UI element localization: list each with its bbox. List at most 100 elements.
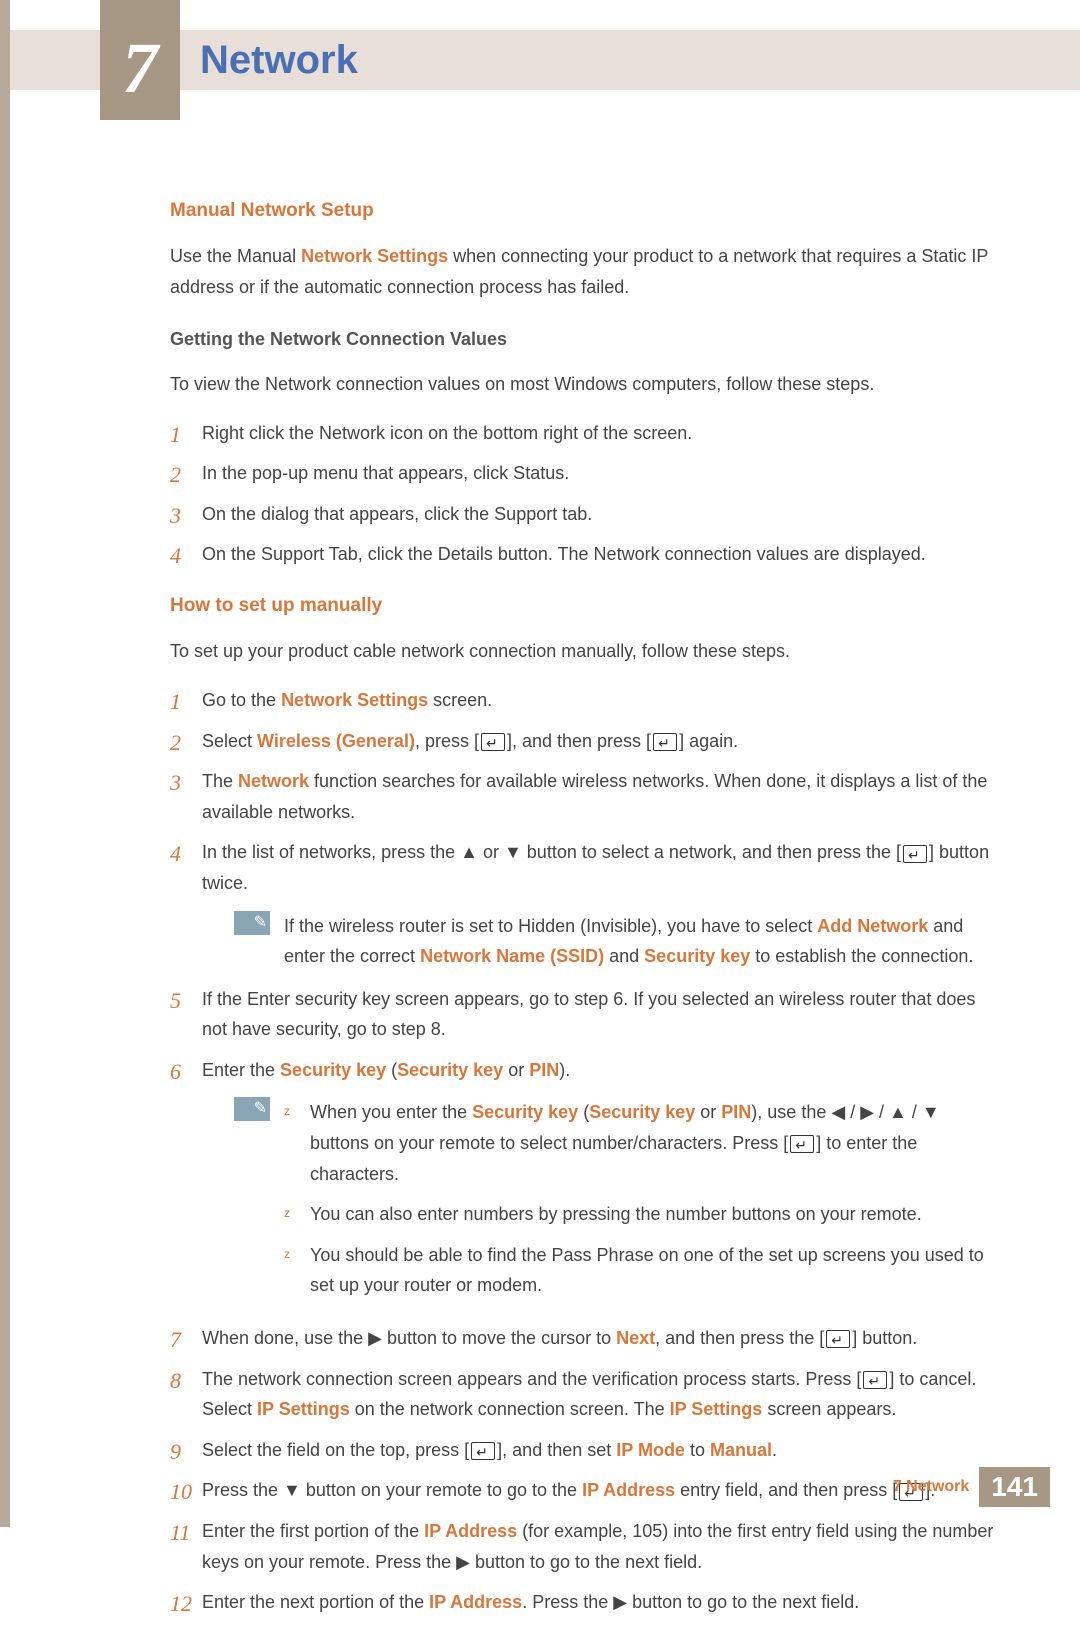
bullet-item: You can also enter numbers by pressing t…	[284, 1199, 1000, 1230]
step-item: 3 The Network function searches for avai…	[170, 766, 1000, 827]
highlight: IP Settings	[670, 1399, 763, 1419]
highlight: Network Name (SSID)	[420, 946, 604, 966]
footer-page-number: 141	[979, 1467, 1050, 1507]
enter-icon	[826, 1330, 850, 1348]
highlight: Security key	[280, 1060, 386, 1080]
text: buttons on your remote to select number/…	[310, 1133, 788, 1153]
note-text: If the wireless router is set to Hidden …	[284, 911, 1000, 972]
text: Select	[202, 731, 257, 751]
text: to establish the connection.	[750, 946, 973, 966]
text: on the network connection screen. The	[350, 1399, 670, 1419]
right-arrow-icon: ▶	[613, 1592, 627, 1612]
text: and	[604, 946, 644, 966]
step-item: 9 Select the field on the top, press [],…	[170, 1435, 1000, 1466]
step-number: 3	[170, 497, 181, 534]
text: Use the Manual	[170, 246, 301, 266]
step-number: 3	[170, 764, 181, 801]
text: or	[695, 1102, 721, 1122]
text: Press the	[202, 1480, 283, 1500]
step-number: 11	[170, 1514, 190, 1551]
steps-list-manual: 1 Go to the Network Settings screen. 2 S…	[170, 685, 1000, 1618]
text: , press [	[415, 731, 479, 751]
step-item: 8 The network connection screen appears …	[170, 1364, 1000, 1425]
step-item: 3On the dialog that appears, click the S…	[170, 499, 1000, 530]
note-bullets: When you enter the Security key (Securit…	[284, 1097, 1000, 1301]
text: ), use the	[751, 1102, 831, 1122]
text: ], and then set	[497, 1440, 616, 1460]
step-number: 10	[170, 1473, 192, 1510]
text: .	[772, 1440, 777, 1460]
text: When done, use the	[202, 1328, 368, 1348]
highlight: Security key	[397, 1060, 503, 1080]
step-number: 4	[170, 835, 181, 872]
text: In the list of networks, press the	[202, 842, 460, 862]
up-arrow-icon: ▲	[460, 842, 478, 862]
section2-intro: To set up your product cable network con…	[170, 636, 1000, 667]
steps-list-values: 1Right click the Network icon on the bot…	[170, 418, 1000, 570]
section-heading-manual-setup: Manual Network Setup	[170, 195, 1000, 227]
enter-icon	[903, 845, 927, 863]
page-footer: 7 Network 141	[893, 1467, 1050, 1507]
highlight: IP Address	[429, 1592, 522, 1612]
step-item: 4On the Support Tab, click the Details b…	[170, 539, 1000, 570]
step-number: 5	[170, 982, 181, 1019]
text: . Press the	[522, 1592, 613, 1612]
enter-icon	[653, 733, 677, 751]
text: or	[478, 842, 504, 862]
left-accent-stripe	[0, 0, 10, 1527]
text: ], and then press [	[507, 731, 651, 751]
down-arrow-icon: ▼	[283, 1480, 301, 1500]
step-item: 7 When done, use the ▶ button to move th…	[170, 1323, 1000, 1354]
chapter-title: Network	[200, 38, 358, 83]
highlight: Next	[616, 1328, 655, 1348]
text: button to go to the next field.	[627, 1592, 859, 1612]
down-arrow-icon: ▼	[504, 842, 522, 862]
text: entry field, and then press [	[675, 1480, 897, 1500]
text: If the wireless router is set to Hidden …	[284, 916, 817, 936]
highlight: Manual	[710, 1440, 772, 1460]
step-item: 5 If the Enter security key screen appea…	[170, 984, 1000, 1045]
chapter-number: 7	[122, 27, 158, 110]
step-number: 4	[170, 537, 181, 574]
highlight: Security key	[472, 1102, 578, 1122]
highlight: Network	[238, 771, 309, 791]
intro-paragraph: Use the Manual Network Settings when con…	[170, 241, 1000, 302]
chapter-number-box: 7	[100, 0, 180, 120]
arrow-icons: ◀ / ▶ / ▲ / ▼	[831, 1102, 939, 1122]
text: (	[386, 1060, 397, 1080]
step-number: 7	[170, 1321, 181, 1358]
text: button to select a network, and then pre…	[522, 842, 901, 862]
step-number: 8	[170, 1362, 181, 1399]
text: Go to the	[202, 690, 281, 710]
highlight: PIN	[721, 1102, 751, 1122]
highlight: Security key	[589, 1102, 695, 1122]
highlight: PIN	[529, 1060, 559, 1080]
enter-icon	[790, 1135, 814, 1153]
step-item: 4 In the list of networks, press the ▲ o…	[170, 837, 1000, 971]
step-item: 10 Press the ▼ button on your remote to …	[170, 1475, 1000, 1506]
step-number: 2	[170, 456, 181, 493]
highlight: IP Address	[424, 1521, 517, 1541]
step-item: 6 Enter the Security key (Security key o…	[170, 1055, 1000, 1311]
footer-chapter-label: 7 Network	[893, 1478, 969, 1496]
text: Enter the	[202, 1060, 280, 1080]
note-text: When you enter the Security key (Securit…	[284, 1097, 1000, 1311]
right-arrow-icon: ▶	[456, 1552, 470, 1572]
step-text: On the dialog that appears, click the Su…	[202, 504, 592, 524]
note-icon	[234, 911, 270, 935]
enter-icon	[863, 1371, 887, 1389]
text: or	[503, 1060, 529, 1080]
text: screen appears.	[762, 1399, 896, 1419]
sub-intro: To view the Network connection values on…	[170, 369, 1000, 400]
section-heading-manual: How to set up manually	[170, 590, 1000, 622]
step-item: 2In the pop-up menu that appears, click …	[170, 458, 1000, 489]
step-item: 11 Enter the first portion of the IP Add…	[170, 1516, 1000, 1577]
text: The network connection screen appears an…	[202, 1369, 861, 1389]
text: button on your remote to go to the	[301, 1480, 582, 1500]
note-icon	[234, 1097, 270, 1121]
text: , and then press the [	[655, 1328, 824, 1348]
note-block: If the wireless router is set to Hidden …	[234, 911, 1000, 972]
enter-icon	[471, 1442, 495, 1460]
step-number: 9	[170, 1433, 181, 1470]
text: Enter the first portion of the	[202, 1521, 424, 1541]
